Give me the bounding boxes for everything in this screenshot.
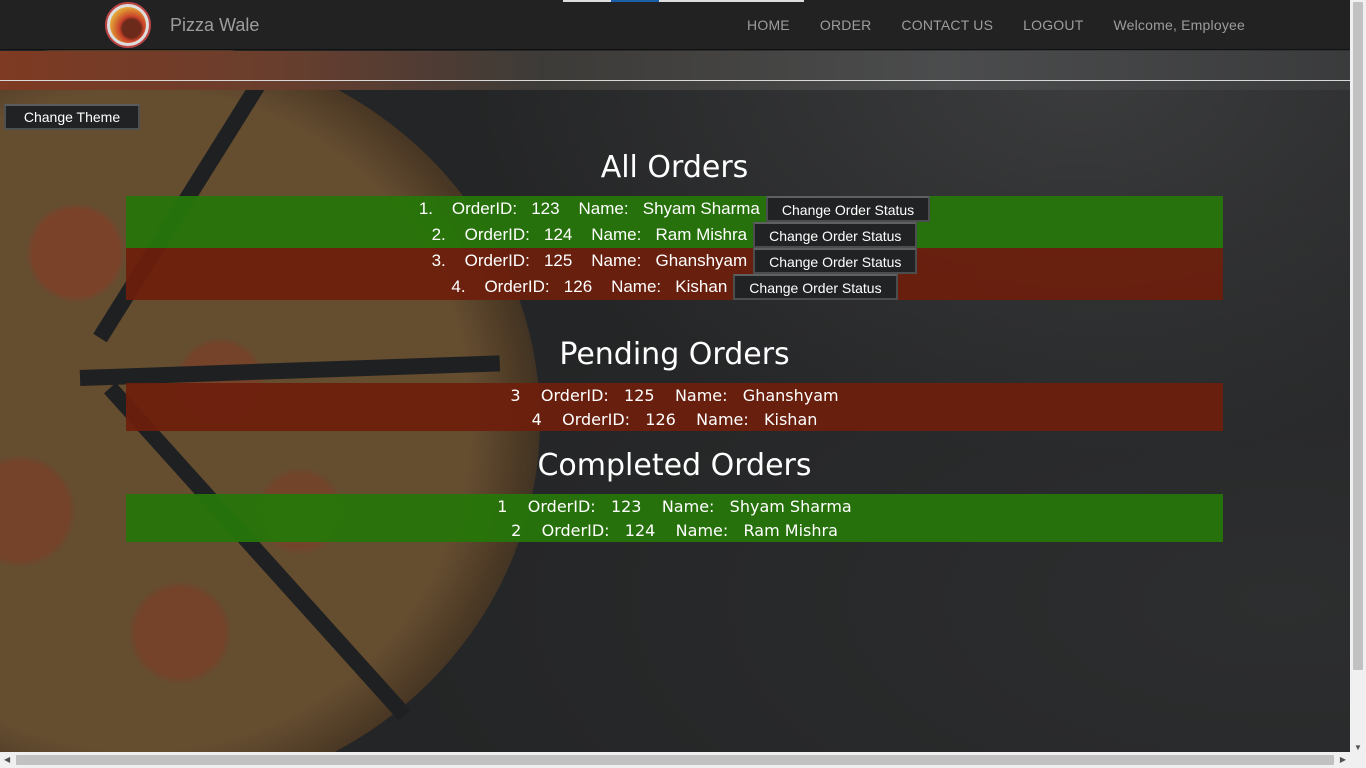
loading-indicator <box>611 0 659 2</box>
nav-order[interactable]: ORDER <box>820 17 872 33</box>
scroll-right-arrow-icon[interactable]: ▶ <box>1340 755 1346 764</box>
completed-row: 2 OrderID: 124 Name: Ram Mishra <box>126 518 1223 542</box>
divider <box>0 80 1350 81</box>
all-orders-title: All Orders <box>600 150 749 185</box>
pending-row: 3 OrderID: 125 Name: Ghanshyam <box>126 383 1223 407</box>
order-row: 4. OrderID: 126 Name: Kishan Change Orde… <box>126 274 1223 300</box>
nav-contact-us[interactable]: CONTACT US <box>901 17 993 33</box>
order-text: 2. OrderID: 124 Name: Ram Mishra <box>431 225 748 244</box>
horizontal-scrollbar[interactable]: ◀ ▶ <box>0 752 1366 768</box>
change-order-status-button[interactable]: Change Order Status <box>753 222 918 248</box>
completed-orders-title: Completed Orders <box>537 448 812 483</box>
order-text: 4. OrderID: 126 Name: Kishan <box>451 277 728 296</box>
order-text: 3. OrderID: 125 Name: Ghanshyam <box>431 251 748 270</box>
pending-orders-title: Pending Orders <box>559 337 790 372</box>
scroll-down-arrow-icon[interactable]: ▼ <box>1354 743 1362 752</box>
all-orders-list: 1. OrderID: 123 Name: Shyam Sharma Chang… <box>126 196 1223 300</box>
pending-row: 4 OrderID: 126 Name: Kishan <box>126 407 1223 431</box>
background-image <box>0 0 1350 752</box>
completed-orders-list: 1 OrderID: 123 Name: Shyam Sharma 2 Orde… <box>126 494 1223 542</box>
top-navbar: Pizza Wale HOME ORDER CONTACT US LOGOUT … <box>0 0 1350 50</box>
header-banner <box>0 51 1350 90</box>
pending-orders-list: 3 OrderID: 125 Name: Ghanshyam 4 OrderID… <box>126 383 1223 431</box>
order-row: 1. OrderID: 123 Name: Shyam Sharma Chang… <box>126 196 1223 222</box>
scroll-left-arrow-icon[interactable]: ◀ <box>4 755 10 764</box>
change-order-status-button[interactable]: Change Order Status <box>733 274 898 300</box>
horizontal-scroll-thumb[interactable] <box>16 755 1334 765</box>
change-order-status-button[interactable]: Change Order Status <box>765 196 931 222</box>
nav-home[interactable]: HOME <box>747 17 790 33</box>
order-row: 2. OrderID: 124 Name: Ram Mishra Change … <box>126 222 1223 248</box>
nav-logout[interactable]: LOGOUT <box>1023 17 1083 33</box>
vertical-scrollbar[interactable]: ▼ <box>1350 0 1366 752</box>
nav-menu: HOME ORDER CONTACT US LOGOUT Welcome, Em… <box>747 0 1245 50</box>
change-theme-button[interactable]: Change Theme <box>4 104 140 130</box>
loading-indicator <box>563 0 611 2</box>
welcome-text: Welcome, Employee <box>1113 17 1245 33</box>
logo-icon[interactable] <box>105 2 151 48</box>
change-order-status-button[interactable]: Change Order Status <box>753 248 918 274</box>
vertical-scroll-thumb[interactable] <box>1353 2 1363 670</box>
completed-row: 1 OrderID: 123 Name: Shyam Sharma <box>126 494 1223 518</box>
order-text: 1. OrderID: 123 Name: Shyam Sharma <box>418 199 760 218</box>
order-row: 3. OrderID: 125 Name: Ghanshyam Change O… <box>126 248 1223 274</box>
brand-name[interactable]: Pizza Wale <box>170 15 259 36</box>
